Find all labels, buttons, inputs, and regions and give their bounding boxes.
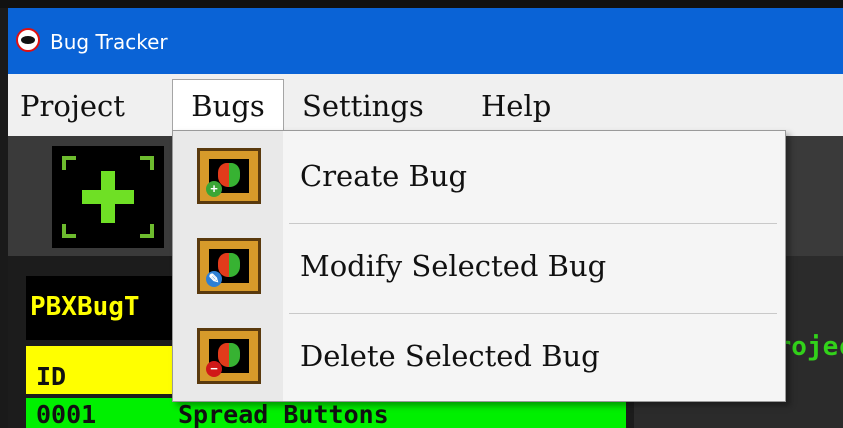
delete-bug-icon: − [197, 328, 261, 384]
menu-item-delete-bug[interactable]: − Delete Selected Bug [173, 319, 785, 407]
table-row-id[interactable]: 0001 [26, 398, 174, 428]
frame-corner [62, 224, 76, 238]
add-project-button[interactable] [52, 146, 164, 248]
menu-item-modify-bug[interactable]: ✎ Modify Selected Bug [173, 229, 785, 317]
bug-icon [218, 343, 240, 367]
frame-corner [140, 224, 154, 238]
screen-edge [0, 0, 843, 8]
bug-icon [218, 253, 240, 277]
remove-badge-icon: − [206, 361, 222, 377]
menu-settings[interactable]: Settings [302, 84, 424, 128]
bug-icon [218, 163, 240, 187]
frame-corner [140, 156, 154, 170]
menu-item-label: Modify Selected Bug [300, 249, 607, 283]
add-badge-icon: + [206, 181, 222, 197]
menu-separator [289, 223, 777, 224]
menu-item-label: Create Bug [300, 159, 468, 193]
window-title: Bug Tracker [50, 30, 168, 54]
create-bug-icon: + [197, 148, 261, 204]
menu-bar [8, 74, 843, 136]
bugs-dropdown-menu: + Create Bug ✎ Modify Selected Bug − Del… [172, 130, 786, 402]
column-header-id[interactable]: ID [26, 346, 174, 394]
bug-tracker-icon [16, 28, 40, 52]
menu-item-label: Delete Selected Bug [300, 339, 600, 373]
plus-icon-bar [82, 190, 134, 204]
menu-separator [289, 313, 777, 314]
edit-badge-icon: ✎ [206, 271, 222, 287]
menu-help[interactable]: Help [481, 84, 551, 128]
modify-bug-icon: ✎ [197, 238, 261, 294]
frame-corner [62, 156, 76, 170]
menu-project[interactable]: Project [20, 84, 125, 128]
menu-bugs[interactable]: Bugs [172, 79, 284, 131]
project-name-label: PBXBugT [26, 276, 174, 340]
menu-item-create-bug[interactable]: + Create Bug [173, 139, 785, 227]
